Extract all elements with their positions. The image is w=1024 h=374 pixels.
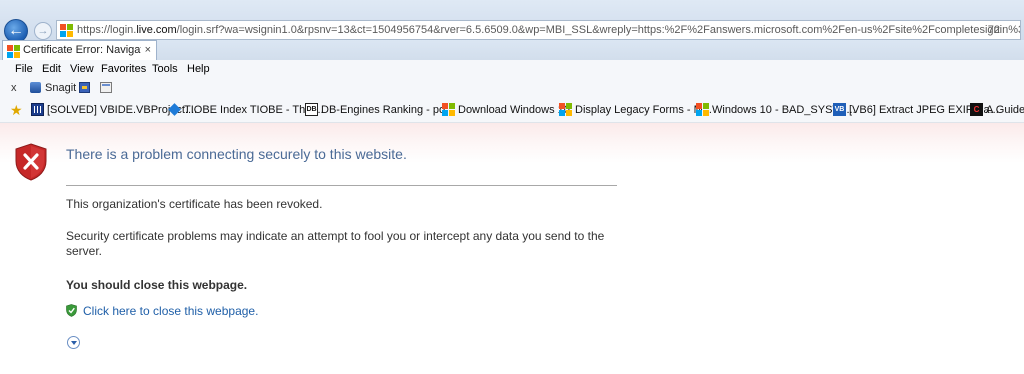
favorite-label: DB-Engines Ranking - po... — [321, 104, 455, 116]
menu-tools[interactable]: Tools — [152, 60, 178, 78]
favorites-star-icon[interactable]: ★ — [10, 98, 23, 122]
close-webpage-link[interactable]: Click here to close this webpage. — [83, 304, 258, 318]
windows-icon — [559, 103, 572, 116]
menu-help[interactable]: Help — [187, 60, 210, 78]
favorite-label: Download Windows 10 — [458, 104, 570, 116]
grid-icon — [31, 103, 44, 116]
window-capture-icon[interactable] — [100, 82, 112, 93]
vb-icon: VB — [833, 103, 846, 116]
menu-view[interactable]: View — [70, 60, 94, 78]
page-content: There is a problem connecting securely t… — [0, 123, 1024, 374]
tab-certificate-error[interactable]: Certificate Error: Navigatio... × — [2, 40, 157, 60]
capture-icon[interactable] — [79, 82, 90, 93]
url-domain: live.com — [136, 24, 177, 36]
favorite-label: A Guide t — [986, 104, 1024, 116]
url-rest: /login.srf?wa=wsignin1.0&rpsnv=13&ct=150… — [176, 24, 1020, 36]
url-text[interactable]: https://login.live.com/login.srf?wa=wsig… — [77, 21, 1020, 39]
error-shield-icon — [15, 143, 47, 181]
recommendation-text: You should close this webpage. — [66, 278, 248, 292]
green-shield-icon — [66, 304, 77, 317]
tab-title: Certificate Error: Navigatio... — [23, 44, 141, 56]
address-bar-row: ← → https://login.live.com/login.srf?wa=… — [0, 0, 1024, 43]
snagit-icon[interactable] — [30, 82, 41, 93]
windows-icon — [7, 45, 20, 58]
c-icon: C — [970, 103, 983, 116]
windows-icon — [696, 103, 709, 116]
tab-strip: Certificate Error: Navigatio... × — [0, 40, 1024, 60]
page-title: There is a problem connecting securely t… — [66, 146, 407, 162]
menu-bar: File Edit View Favorites Tools Help — [0, 60, 1024, 78]
db-icon: DB — [305, 103, 318, 116]
favorites-bar: ★ [SOLVED] VBIDE.VBProject.... TIOBE Ind… — [0, 98, 1024, 123]
url-prefix: https://login. — [77, 24, 137, 36]
menu-file[interactable]: File — [15, 60, 33, 78]
divider — [66, 185, 617, 186]
tab-close-icon[interactable]: × — [145, 41, 151, 59]
url-trailing: 72 — [987, 24, 1000, 36]
menu-favorites[interactable]: Favorites — [101, 60, 146, 78]
address-bar[interactable]: https://login.live.com/login.srf?wa=wsig… — [56, 20, 1021, 40]
windows-icon — [442, 103, 455, 116]
windows-icon — [60, 24, 73, 37]
more-information-chevron-icon[interactable] — [67, 336, 80, 349]
favorite-label: Display Legacy Forms - M... — [575, 104, 712, 116]
snagit-button[interactable]: Snagit — [45, 78, 76, 98]
toolbar-close-icon[interactable]: x — [11, 78, 17, 98]
certificate-message: This organization's certificate has been… — [66, 197, 323, 211]
command-toolbar: x Snagit — [0, 78, 1024, 98]
forward-button[interactable]: → — [34, 22, 52, 40]
menu-edit[interactable]: Edit — [42, 60, 61, 78]
favorite-label: TIOBE Index TIOBE - The ... — [184, 104, 324, 116]
security-warning-text: Security certificate problems may indica… — [66, 229, 605, 258]
